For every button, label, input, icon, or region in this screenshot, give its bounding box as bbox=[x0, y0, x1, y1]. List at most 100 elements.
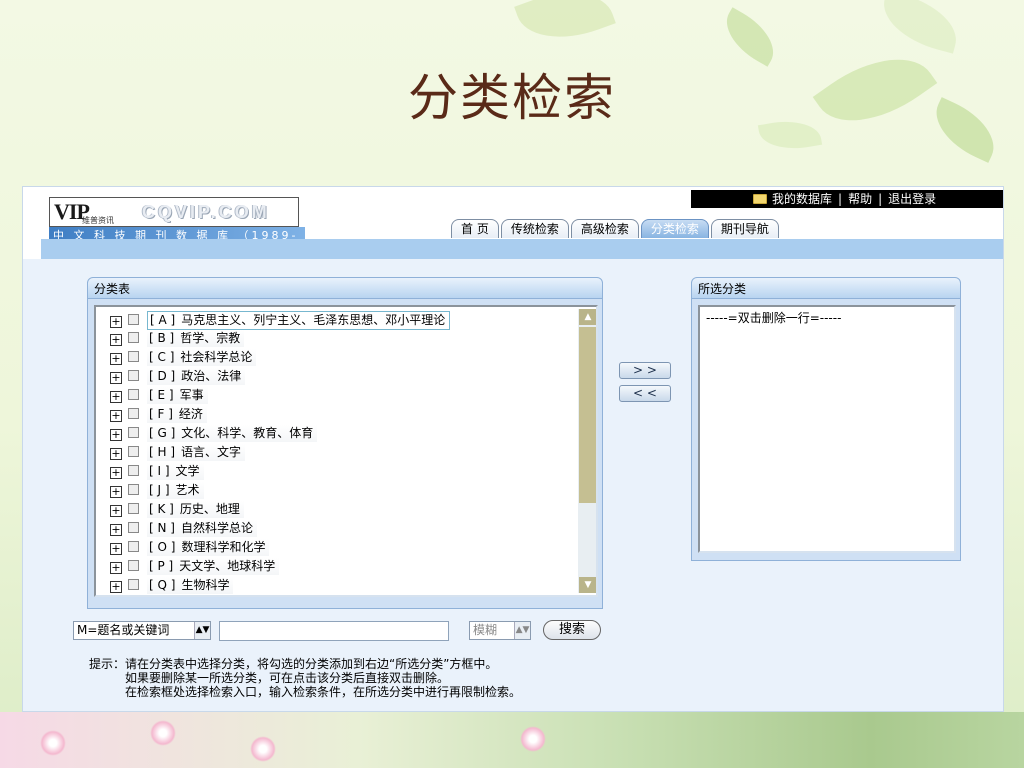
class-tree-row[interactable]: + [ P ] 天文学、地球科学 bbox=[110, 558, 280, 575]
class-checkbox[interactable] bbox=[128, 560, 139, 571]
class-checkbox[interactable] bbox=[128, 314, 139, 325]
tab-journal-navigation[interactable]: 期刊导航 bbox=[710, 219, 779, 238]
hint-text: 提示：请在分类表中选择分类，将勾选的分类添加到右边“所选分类”方框中。 如果要删… bbox=[89, 657, 521, 699]
expand-plus-icon[interactable]: + bbox=[110, 316, 122, 328]
expand-plus-icon[interactable]: + bbox=[110, 448, 122, 460]
add-selected-button[interactable]: > > bbox=[619, 362, 671, 379]
class-tree-row[interactable]: + [ H ] 语言、文字 bbox=[110, 444, 246, 461]
logout-link[interactable]: 退出登录 bbox=[888, 192, 936, 206]
class-checkbox[interactable] bbox=[128, 484, 139, 495]
tab-classified-search[interactable]: 分类检索 bbox=[640, 219, 709, 238]
class-tree-row[interactable]: + [ O ] 数理科学和化学 bbox=[110, 539, 270, 556]
class-label[interactable]: [ C ] 社会科学总论 bbox=[147, 349, 257, 366]
scroll-up-button[interactable]: ▲ bbox=[579, 309, 596, 325]
expand-plus-icon[interactable]: + bbox=[110, 334, 122, 346]
class-tree-row[interactable]: + [ A ] 马克思主义、列宁主义、毛泽东思想、邓小平理论 bbox=[110, 311, 451, 330]
class-label[interactable]: [ K ] 历史、地理 bbox=[147, 501, 244, 518]
decorative-flower bbox=[520, 726, 546, 752]
class-checkbox[interactable] bbox=[128, 351, 139, 362]
tab-advanced-search[interactable]: 高级检索 bbox=[570, 219, 639, 238]
class-checkbox[interactable] bbox=[128, 408, 139, 419]
class-label[interactable]: [ J ] 艺术 bbox=[147, 482, 204, 499]
class-tree-row[interactable]: + [ F ] 经济 bbox=[110, 406, 207, 423]
match-mode-select[interactable]: 模糊 ▲▼ bbox=[469, 621, 531, 640]
expand-plus-icon[interactable]: + bbox=[110, 505, 122, 517]
class-tree-row[interactable]: + [ B ] 哲学、宗教 bbox=[110, 330, 245, 347]
expand-plus-icon[interactable]: + bbox=[110, 429, 122, 441]
class-tree-row[interactable]: + [ C ] 社会科学总论 bbox=[110, 349, 257, 366]
class-code: [ G ] bbox=[149, 426, 176, 440]
class-label[interactable]: [ P ] 天文学、地球科学 bbox=[147, 558, 280, 575]
class-tree-row[interactable]: + [ D ] 政治、法律 bbox=[110, 368, 246, 385]
selected-placeholder-line[interactable]: -----=双击删除一行=----- bbox=[706, 309, 841, 326]
class-checkbox[interactable] bbox=[128, 427, 139, 438]
decorative-flower bbox=[150, 720, 176, 746]
decorative-leaf bbox=[514, 0, 616, 54]
class-code: [ P ] bbox=[149, 559, 174, 573]
folder-icon bbox=[753, 194, 767, 204]
tab-home[interactable]: 首 页 bbox=[451, 219, 499, 238]
logo[interactable]: VIP 维普资讯 CQVIP.COM bbox=[49, 197, 299, 227]
class-label[interactable]: [ O ] 数理科学和化学 bbox=[147, 539, 270, 556]
scroll-thumb[interactable] bbox=[579, 327, 596, 503]
tab-traditional-search[interactable]: 传统检索 bbox=[500, 219, 569, 238]
class-tree-row[interactable]: + [ I ] 文学 bbox=[110, 463, 204, 480]
class-tree: +[ A ] 马克思主义、列宁主义、毛泽东思想、邓小平理论 +[ B ] 哲学、宗教 +… bbox=[94, 305, 598, 597]
class-tree-row[interactable]: + [ N ] 自然科学总论 bbox=[110, 520, 257, 537]
search-input[interactable] bbox=[219, 621, 449, 641]
class-tree-row[interactable]: + [ E ] 军事 bbox=[110, 387, 208, 404]
class-checkbox[interactable] bbox=[128, 332, 139, 343]
class-tree-row[interactable]: + [ G ] 文化、科学、教育、体育 bbox=[110, 425, 318, 442]
expand-plus-icon[interactable]: + bbox=[110, 486, 122, 498]
class-checkbox[interactable] bbox=[128, 370, 139, 381]
class-name: 天文学、地球科学 bbox=[179, 559, 276, 573]
class-code: [ I ] bbox=[149, 464, 170, 478]
tree-scrollbar[interactable]: ▲ ▼ bbox=[578, 309, 596, 593]
class-label[interactable]: [ Q ] 生物科学 bbox=[147, 577, 234, 594]
class-tree-row[interactable]: + [ K ] 历史、地理 bbox=[110, 501, 244, 518]
class-label[interactable]: [ I ] 文学 bbox=[147, 463, 204, 480]
help-link[interactable]: 帮助 bbox=[848, 192, 872, 206]
search-button[interactable]: 搜索 bbox=[543, 620, 601, 640]
class-label[interactable]: [ A ] 马克思主义、列宁主义、毛泽东思想、邓小平理论 bbox=[147, 311, 451, 330]
scroll-down-button[interactable]: ▼ bbox=[579, 577, 596, 593]
class-label[interactable]: [ F ] 经济 bbox=[147, 406, 207, 423]
selected-classes-list[interactable]: -----=双击删除一行=----- bbox=[698, 305, 956, 553]
class-name: 文学 bbox=[175, 464, 200, 478]
class-tree-row[interactable]: + [ J ] 艺术 bbox=[110, 482, 204, 499]
class-checkbox[interactable] bbox=[128, 579, 139, 590]
class-label[interactable]: [ N ] 自然科学总论 bbox=[147, 520, 257, 537]
logo-sub-text: 维普资讯 bbox=[82, 216, 114, 225]
my-database-link[interactable]: 我的数据库 bbox=[772, 192, 832, 206]
expand-plus-icon[interactable]: + bbox=[110, 581, 122, 593]
class-label[interactable]: [ E ] 军事 bbox=[147, 387, 208, 404]
remove-selected-button[interactable]: < < bbox=[619, 385, 671, 402]
class-label[interactable]: [ B ] 哲学、宗教 bbox=[147, 330, 245, 347]
search-field-select[interactable]: M=题名或关键词 ▲▼ bbox=[73, 621, 211, 640]
expand-plus-icon[interactable]: + bbox=[110, 524, 122, 536]
class-checkbox[interactable] bbox=[128, 446, 139, 457]
match-mode-value: 模糊 bbox=[473, 623, 498, 637]
expand-plus-icon[interactable]: + bbox=[110, 372, 122, 384]
class-checkbox[interactable] bbox=[128, 522, 139, 533]
class-checkbox[interactable] bbox=[128, 503, 139, 514]
class-label[interactable]: [ H ] 语言、文字 bbox=[147, 444, 246, 461]
expand-plus-icon[interactable]: + bbox=[110, 467, 122, 479]
class-name: 军事 bbox=[179, 388, 204, 402]
expand-plus-icon[interactable]: + bbox=[110, 410, 122, 422]
expand-plus-icon[interactable]: + bbox=[110, 391, 122, 403]
class-checkbox[interactable] bbox=[128, 465, 139, 476]
class-checkbox[interactable] bbox=[128, 389, 139, 400]
class-name: 生物科学 bbox=[181, 578, 230, 592]
class-label[interactable]: [ D ] 政治、法律 bbox=[147, 368, 246, 385]
class-tree-row[interactable]: + [ Q ] 生物科学 bbox=[110, 577, 234, 594]
selected-classes-header: 所选分类 bbox=[691, 277, 961, 299]
class-label[interactable]: [ G ] 文化、科学、教育、体育 bbox=[147, 425, 318, 442]
main-tabs: 首 页传统检索 高级检索 分类检索 期刊导航 bbox=[451, 218, 781, 238]
class-name: 艺术 bbox=[175, 483, 200, 497]
class-checkbox[interactable] bbox=[128, 541, 139, 552]
expand-plus-icon[interactable]: + bbox=[110, 543, 122, 555]
expand-plus-icon[interactable]: + bbox=[110, 562, 122, 574]
expand-plus-icon[interactable]: + bbox=[110, 353, 122, 365]
tab-bar bbox=[41, 239, 1003, 259]
